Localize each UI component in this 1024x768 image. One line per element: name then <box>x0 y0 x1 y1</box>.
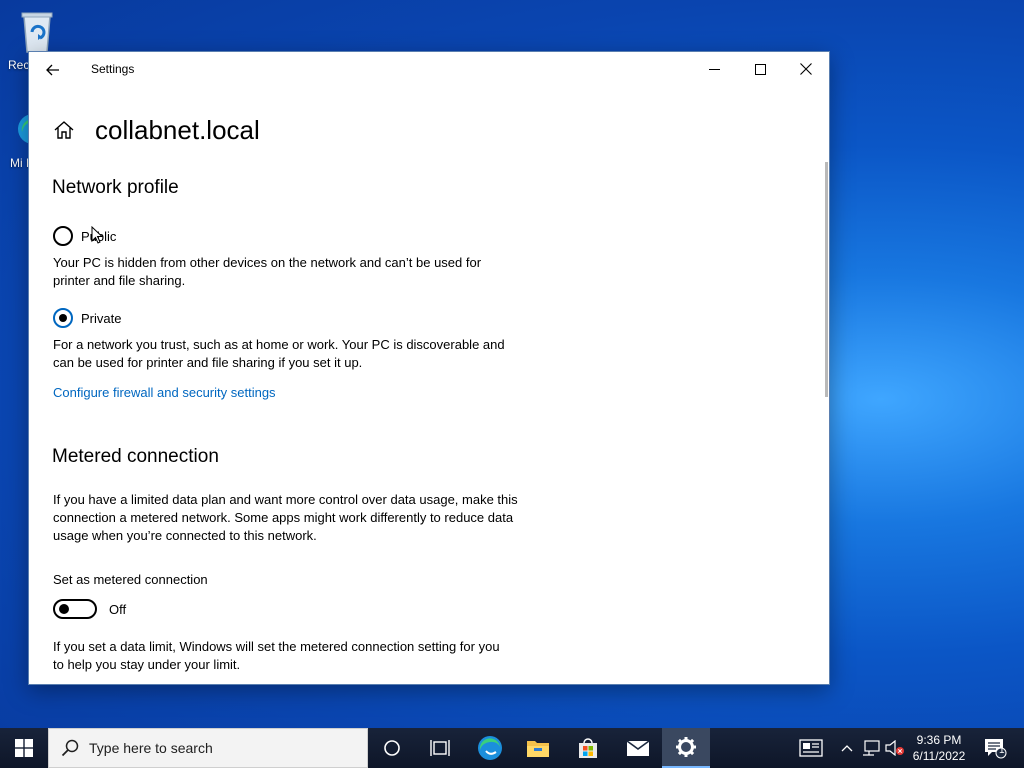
search-placeholder: Type here to search <box>89 740 213 756</box>
metered-connection-heading: Metered connection <box>52 446 219 467</box>
minimize-button[interactable] <box>691 52 737 86</box>
show-hidden-icons-button[interactable] <box>838 728 856 768</box>
file-explorer-button[interactable] <box>514 728 562 768</box>
network-tray-button[interactable] <box>860 728 882 768</box>
close-icon <box>800 63 812 75</box>
edge-icon <box>478 736 502 760</box>
private-radio-circle[interactable] <box>53 308 73 328</box>
minimize-icon <box>708 68 720 70</box>
public-description: Your PC is hidden from other devices on … <box>53 255 482 288</box>
firewall-settings-link[interactable]: Configure firewall and security settings <box>53 385 276 400</box>
page-header: collabnet.local <box>53 110 260 150</box>
metered-toggle-switch[interactable] <box>53 599 97 619</box>
start-button[interactable] <box>0 728 48 768</box>
task-view-button[interactable] <box>416 728 464 768</box>
private-description: For a network you trust, such as at home… <box>53 337 505 370</box>
private-radio[interactable]: Private <box>53 308 121 328</box>
edge-taskbar-button[interactable] <box>466 728 514 768</box>
network-profile-heading: Network profile <box>52 177 179 198</box>
task-view-icon <box>430 740 450 756</box>
arrow-left-icon <box>46 64 59 76</box>
network-icon <box>863 740 880 756</box>
mail-button[interactable] <box>614 728 662 768</box>
metered-toggle-state: Off <box>109 601 127 617</box>
title-bar: Settings <box>29 52 829 86</box>
mouse-cursor-icon <box>91 226 103 244</box>
private-radio-label: Private <box>81 310 122 326</box>
settings-window: Settings collabnet.local Network profile… <box>28 51 830 685</box>
cortana-button[interactable] <box>368 728 416 768</box>
settings-taskbar-button[interactable] <box>662 728 710 768</box>
volume-muted-icon <box>885 740 904 756</box>
clock-time: 9:36 PM <box>916 733 962 747</box>
home-icon[interactable] <box>53 119 75 141</box>
close-button[interactable] <box>783 52 829 86</box>
search-icon <box>61 739 79 757</box>
mail-icon <box>626 740 650 756</box>
metered-toggle-label: Set as metered connection <box>53 572 208 587</box>
notification-count: 1 <box>999 745 1005 756</box>
gear-icon <box>676 737 696 757</box>
data-limit-description: If you set a data limit, Windows will se… <box>53 639 500 672</box>
cortana-circle-icon <box>384 740 400 756</box>
chevron-up-icon <box>841 745 853 752</box>
metered-toggle[interactable]: Off <box>53 599 126 619</box>
action-center-button[interactable]: 1 <box>978 728 1012 768</box>
windows-logo-icon <box>15 739 33 757</box>
maximize-button[interactable] <box>737 52 783 86</box>
taskbar: Type here to search 9:36 PM 6/11/2022 1 <box>0 728 1024 768</box>
window-title: Settings <box>91 62 135 76</box>
clock[interactable]: 9:36 PM 6/11/2022 <box>906 728 972 768</box>
public-radio[interactable]: Public <box>53 226 116 246</box>
store-bag-icon <box>579 738 597 758</box>
metered-description: If you have a limited data plan and want… <box>53 492 518 543</box>
folder-icon <box>527 741 549 757</box>
back-button[interactable] <box>39 58 67 82</box>
scrollbar[interactable] <box>825 162 828 397</box>
volume-tray-button[interactable] <box>884 728 906 768</box>
taskbar-search-box[interactable]: Type here to search <box>48 728 368 768</box>
recycle-bin-icon <box>21 12 53 53</box>
microsoft-store-button[interactable] <box>564 728 612 768</box>
public-radio-circle[interactable] <box>53 226 73 246</box>
maximize-icon <box>754 63 766 75</box>
news-icon <box>799 739 823 757</box>
news-widget-button[interactable] <box>794 728 828 768</box>
clock-date: 6/11/2022 <box>912 749 966 763</box>
page-title: collabnet.local <box>95 114 260 145</box>
